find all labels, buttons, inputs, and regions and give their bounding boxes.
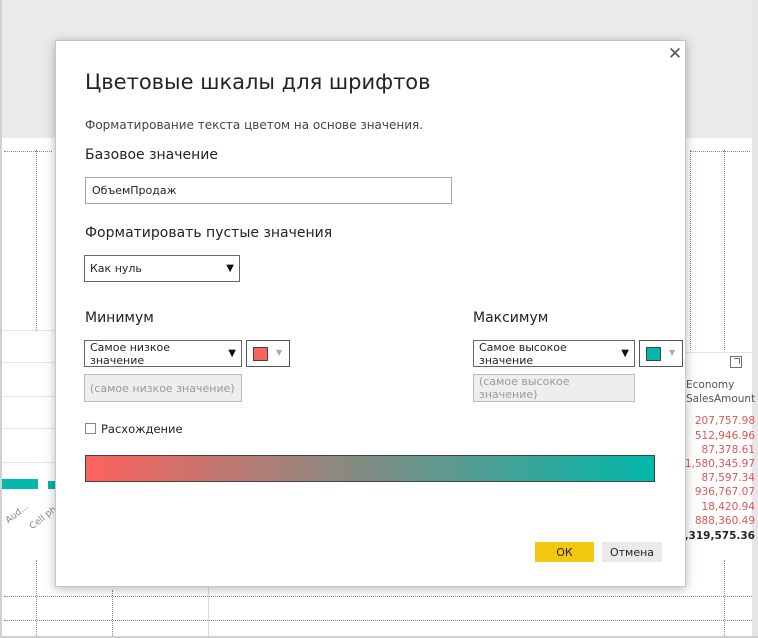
visual-border xyxy=(686,352,752,353)
blank-values-label: Форматировать пустые значения xyxy=(85,225,333,241)
chart-gridline xyxy=(2,428,54,429)
table-cell: 1,580,345.97 xyxy=(684,458,755,470)
canvas-left-border xyxy=(0,0,2,638)
grid-dots xyxy=(36,560,37,636)
chart-bar[interactable] xyxy=(2,479,38,489)
color-caret-icon: ▼ xyxy=(276,348,283,357)
maximum-dropdown[interactable]: Самое высокое значение ▼ xyxy=(473,340,635,367)
maximum-value-placeholder: (самое высокое значение) xyxy=(479,375,570,401)
grid-dots xyxy=(724,560,725,636)
minimum-selected: Самое низкое значение xyxy=(90,340,171,367)
color-scale-preview xyxy=(85,455,655,482)
diverging-checkbox[interactable] xyxy=(85,423,96,434)
base-value-text: ОбъемПродаж xyxy=(92,184,177,197)
close-icon[interactable]: ✕ xyxy=(665,45,685,65)
dropdown-caret-icon: ▼ xyxy=(621,348,629,359)
maximum-color-swatch xyxy=(646,347,661,361)
table-cell: 87,378.61 xyxy=(701,444,755,456)
dropdown-caret-icon: ▼ xyxy=(226,263,234,274)
font-color-scales-dialog: ✕ Цветовые шкалы для шрифтов Форматирова… xyxy=(55,40,686,587)
minimum-color-swatch xyxy=(253,347,268,361)
table-cell: 207,757.98 xyxy=(694,415,755,427)
maximum-selected: Самое высокое значение xyxy=(479,340,567,367)
minimum-value-input[interactable]: (самое низкое значение) xyxy=(84,374,242,402)
chart-gridline xyxy=(2,330,54,331)
blank-values-dropdown[interactable]: Как нуль ▼ xyxy=(84,255,240,282)
chart-gridline xyxy=(2,396,54,397)
grid-dots xyxy=(112,590,113,636)
grid-dots xyxy=(724,150,725,350)
axis-label: Aud... xyxy=(4,501,31,526)
chart-gridline xyxy=(2,362,54,363)
table-cell: 888,360.49 xyxy=(694,515,755,527)
grid-dots xyxy=(4,151,52,152)
table-cell: 512,946.96 xyxy=(694,430,755,442)
grid-dots xyxy=(36,150,37,330)
grid-dots xyxy=(690,151,750,152)
grid-dots xyxy=(4,596,752,597)
maximum-label: Максимум xyxy=(473,310,549,326)
dialog-title: Цветовые шкалы для шрифтов xyxy=(85,70,431,94)
minimum-color-picker[interactable]: ▼ xyxy=(246,340,290,367)
minimum-label: Минимум xyxy=(85,310,154,326)
dropdown-caret-icon: ▼ xyxy=(228,348,236,359)
grid-dots xyxy=(690,150,691,350)
minimum-value-placeholder: (самое низкое значение) xyxy=(90,381,235,395)
ok-button[interactable]: ОК xyxy=(535,542,594,562)
diverging-label: Расхождение xyxy=(101,422,183,436)
maximum-value-input[interactable]: (самое высокое значение) xyxy=(473,374,635,402)
maximum-color-picker[interactable]: ▼ xyxy=(639,340,683,367)
column-header: Economy xyxy=(686,379,735,391)
canvas-right-border xyxy=(752,0,758,638)
dialog-description: Форматирование текста цветом на основе з… xyxy=(85,118,424,132)
base-value-label: Базовое значение xyxy=(85,147,218,163)
color-caret-icon: ▼ xyxy=(669,348,676,357)
chart-bar[interactable] xyxy=(48,481,55,489)
table-cell: 936,767.07 xyxy=(694,486,755,498)
table-cell: 18,420.94 xyxy=(701,501,755,513)
minimum-dropdown[interactable]: Самое низкое значение ▼ xyxy=(84,340,242,367)
column-header: SalesAmount xyxy=(686,393,756,405)
table-total: 4,319,575.36 xyxy=(677,530,755,542)
focus-mode-icon[interactable] xyxy=(730,356,742,368)
table-cell: 87,597.34 xyxy=(701,472,755,484)
cancel-button[interactable]: Отмена xyxy=(602,542,662,562)
base-value-field[interactable]: ОбъемПродаж xyxy=(85,177,452,204)
chart-gridline xyxy=(2,462,54,463)
blank-values-selected: Как нуль xyxy=(90,262,142,275)
grid-dots xyxy=(4,620,752,621)
